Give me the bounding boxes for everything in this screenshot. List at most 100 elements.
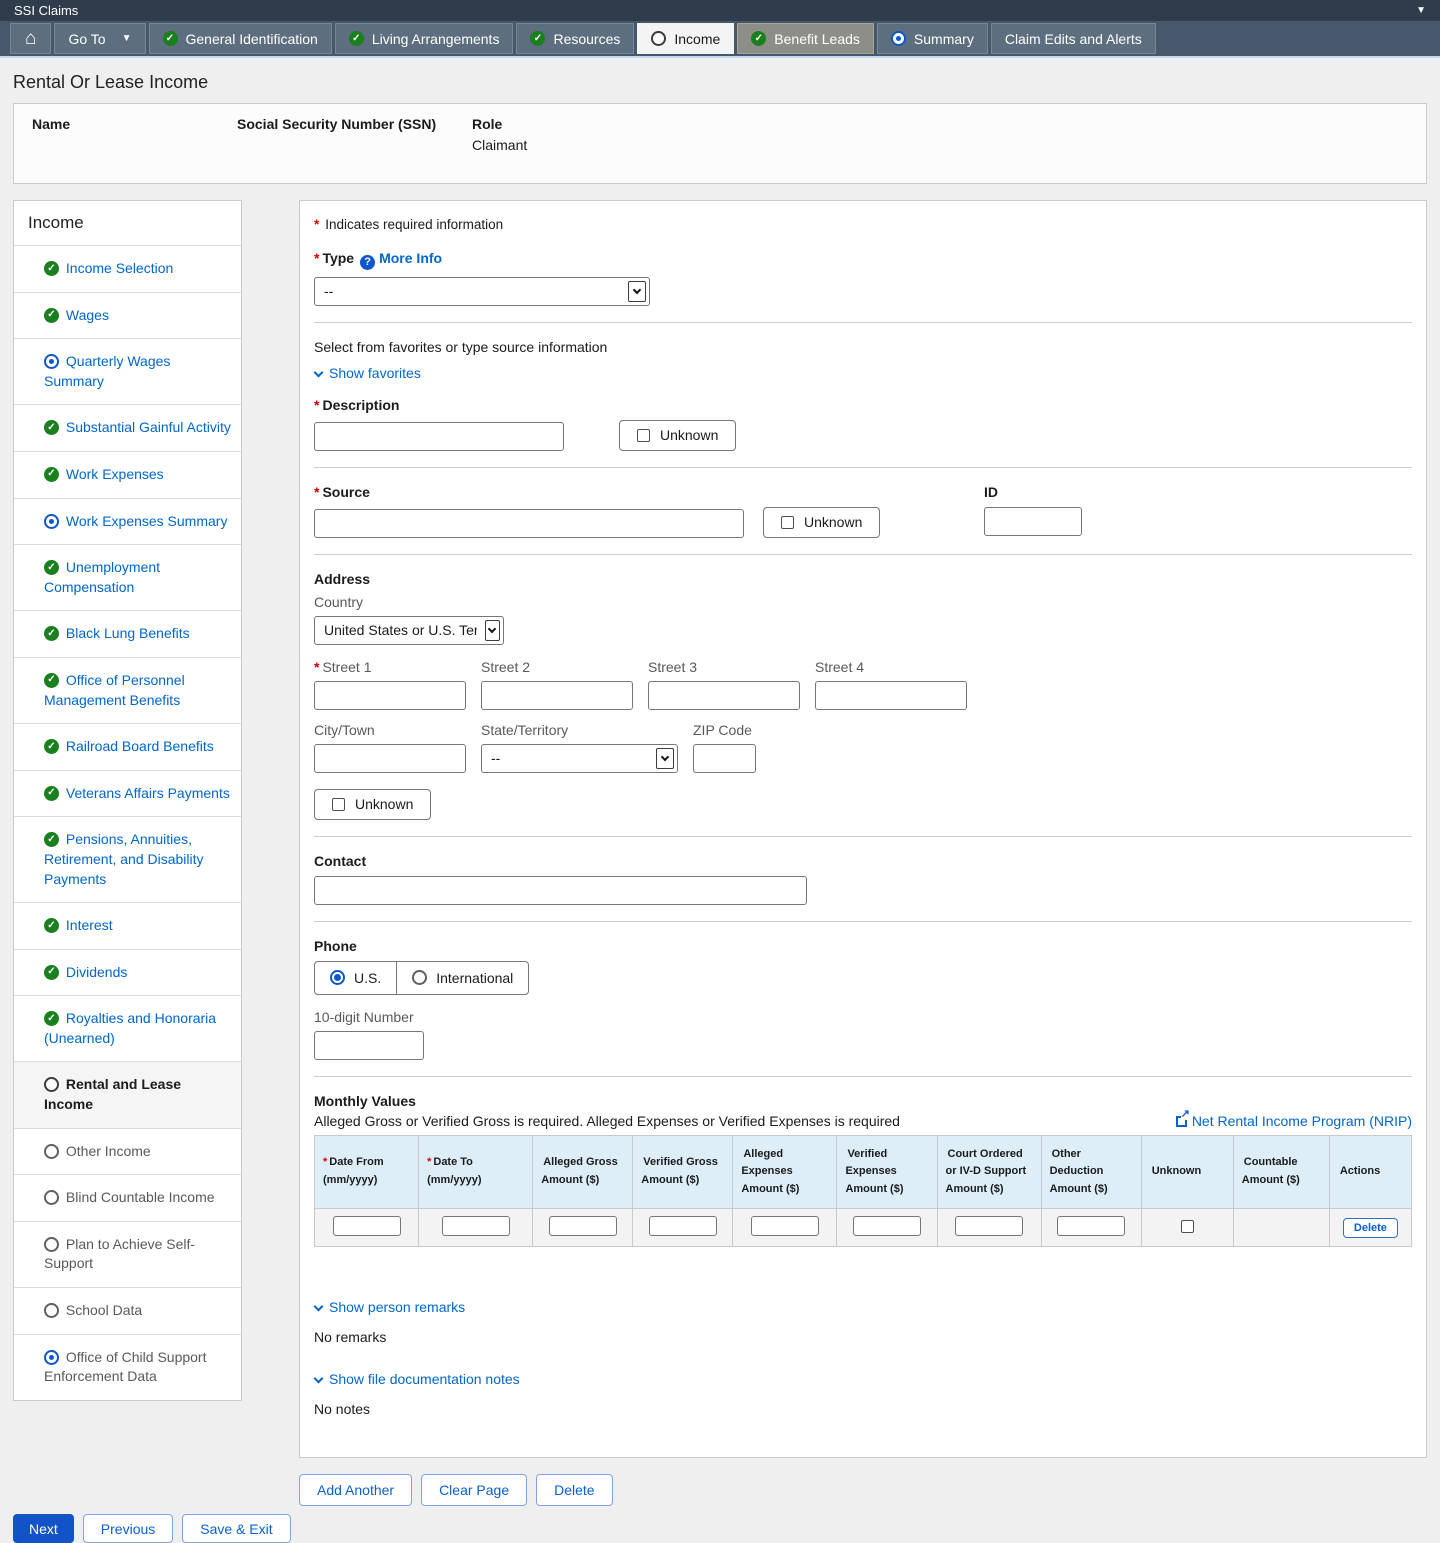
source-input[interactable] [314, 509, 744, 538]
sidebar-item[interactable]: School Data [14, 1287, 241, 1334]
required-asterisk: * [314, 484, 319, 500]
row-unknown-checkbox[interactable] [1181, 1220, 1194, 1233]
next-button[interactable]: Next [13, 1514, 74, 1543]
sidebar-item[interactable]: Plan to Achieve Self-Support [14, 1221, 241, 1287]
row-delete-button[interactable]: Delete [1343, 1218, 1398, 1238]
alleged-expenses-input[interactable] [751, 1216, 819, 1236]
sidebar-item[interactable]: Dividends [14, 949, 241, 996]
sidebar-item[interactable]: Income Selection [14, 245, 241, 292]
nav-tab[interactable]: Benefit Leads [737, 23, 874, 54]
sidebar-item[interactable]: Wages [14, 292, 241, 339]
other-deduction-input[interactable] [1057, 1216, 1125, 1236]
nav-tab[interactable]: Income [637, 23, 734, 54]
verified-gross-input[interactable] [649, 1216, 717, 1236]
chevron-down-icon: ▼ [122, 33, 132, 44]
delete-button[interactable]: Delete [536, 1474, 612, 1506]
nav-tab[interactable]: Summary [877, 23, 988, 54]
description-unknown-checkbox[interactable]: Unknown [619, 420, 736, 451]
sidebar-item[interactable]: Quarterly Wages Summary [14, 338, 241, 404]
contact-input[interactable] [314, 876, 807, 905]
phone-international-option[interactable]: International [396, 962, 528, 994]
sidebar-item[interactable]: Blind Countable Income [14, 1174, 241, 1221]
sidebar-item-label: Unemployment Compensation [44, 559, 160, 595]
state-select[interactable]: -- [481, 744, 678, 773]
street2-input[interactable] [481, 681, 633, 710]
country-select[interactable]: United States or U.S. Territory [314, 616, 504, 645]
nrip-link[interactable]: Net Rental Income Program (NRIP) [1192, 1113, 1412, 1129]
nav-tab-label: Benefit Leads [774, 31, 860, 47]
sidebar-item[interactable]: Substantial Gainful Activity [14, 404, 241, 451]
address-unknown-checkbox[interactable]: Unknown [314, 789, 431, 820]
income-sidebar: Income Income Selection Wages Quarterly … [13, 200, 242, 1401]
sidebar-item[interactable]: Other Income [14, 1128, 241, 1175]
show-person-remarks-link[interactable]: Show person remarks [329, 1299, 465, 1315]
show-favorites-link[interactable]: Show favorites [329, 365, 421, 381]
phone-heading: Phone [314, 938, 1412, 954]
show-file-notes-toggle[interactable]: Show file documentation notes [314, 1371, 1412, 1387]
home-button[interactable]: ⌂ [10, 23, 51, 54]
zip-input[interactable] [693, 744, 756, 773]
show-person-remarks-toggle[interactable]: Show person remarks [314, 1299, 1412, 1315]
show-favorites-toggle[interactable]: Show favorites [314, 365, 1412, 381]
street4-input[interactable] [815, 681, 967, 710]
nav-tab[interactable]: Resources [516, 23, 634, 54]
type-select[interactable]: -- [314, 277, 650, 306]
city-input[interactable] [314, 744, 466, 773]
clear-page-button[interactable]: Clear Page [421, 1474, 527, 1506]
date-to-input[interactable] [442, 1216, 510, 1236]
goto-menu-button[interactable]: Go To ▼ [54, 23, 145, 54]
sidebar-item[interactable]: Veterans Affairs Payments [14, 770, 241, 817]
save-exit-button[interactable]: Save & Exit [182, 1514, 290, 1543]
nrip-link-row[interactable]: Net Rental Income Program (NRIP) [1176, 1113, 1412, 1129]
add-another-button[interactable]: Add Another [299, 1474, 412, 1506]
phone-number-label: 10-digit Number [314, 1009, 1412, 1025]
external-link-icon [1176, 1116, 1187, 1127]
nav-tab-label: Living Arrangements [372, 31, 500, 47]
required-note-text: Indicates required information [325, 217, 503, 232]
source-unknown-checkbox[interactable]: Unknown [763, 507, 880, 538]
show-file-notes-link[interactable]: Show file documentation notes [329, 1371, 520, 1387]
date-from-input[interactable] [333, 1216, 401, 1236]
state-select-value: -- [491, 750, 500, 766]
unknown-label: Unknown [804, 514, 862, 530]
country-label: Country [314, 594, 1412, 610]
sidebar-item[interactable]: Pensions, Annuities, Retirement, and Dis… [14, 816, 241, 902]
street1-input[interactable] [314, 681, 466, 710]
goto-label: Go To [68, 31, 105, 47]
alleged-gross-input[interactable] [549, 1216, 617, 1236]
previous-button[interactable]: Previous [83, 1514, 173, 1543]
help-icon[interactable]: ? [360, 255, 375, 270]
verified-expenses-input[interactable] [853, 1216, 921, 1236]
checkbox-icon [637, 429, 650, 442]
titlebar-dropdown-caret-icon[interactable]: ▼ [1416, 5, 1426, 16]
person-summary-box: Name Social Security Number (SSN) Role C… [13, 103, 1427, 184]
sidebar-item[interactable]: Office of Personnel Management Benefits [14, 657, 241, 723]
nav-tab[interactable]: Claim Edits and Alerts [991, 23, 1156, 54]
sidebar-item[interactable]: Royalties and Honoraria (Unearned) [14, 995, 241, 1061]
id-input[interactable] [984, 507, 1082, 536]
sidebar-title: Income [14, 201, 241, 245]
sidebar-item[interactable]: Black Lung Benefits [14, 610, 241, 657]
phone-number-input[interactable] [314, 1031, 424, 1060]
sidebar-item[interactable]: Work Expenses [14, 451, 241, 498]
court-ordered-input[interactable] [955, 1216, 1023, 1236]
sidebar-item[interactable]: Work Expenses Summary [14, 498, 241, 545]
sidebar-item[interactable]: Railroad Board Benefits [14, 723, 241, 770]
more-info-link[interactable]: More Info [379, 250, 442, 266]
phone-us-option[interactable]: U.S. [315, 962, 396, 994]
monthly-values-heading: Monthly Values [314, 1093, 1412, 1109]
table-column-header: Verified Expenses Amount ($) [837, 1135, 937, 1209]
name-label: Name [32, 116, 237, 132]
sidebar-item[interactable]: Office of Child Support Enforcement Data [14, 1334, 241, 1400]
app-title-bar: SSI Claims ▼ [0, 0, 1440, 21]
nav-tab[interactable]: General Identification [149, 23, 332, 54]
sidebar-item-label: Veterans Affairs Payments [66, 785, 230, 801]
sidebar-item[interactable]: Interest [14, 902, 241, 949]
street3-input[interactable] [648, 681, 800, 710]
sidebar-item[interactable]: Rental and Lease Income [14, 1061, 241, 1127]
description-input[interactable] [314, 422, 564, 451]
tab-status-icon [891, 31, 906, 46]
chevron-down-icon [314, 1374, 324, 1384]
sidebar-item[interactable]: Unemployment Compensation [14, 544, 241, 610]
nav-tab[interactable]: Living Arrangements [335, 23, 514, 54]
